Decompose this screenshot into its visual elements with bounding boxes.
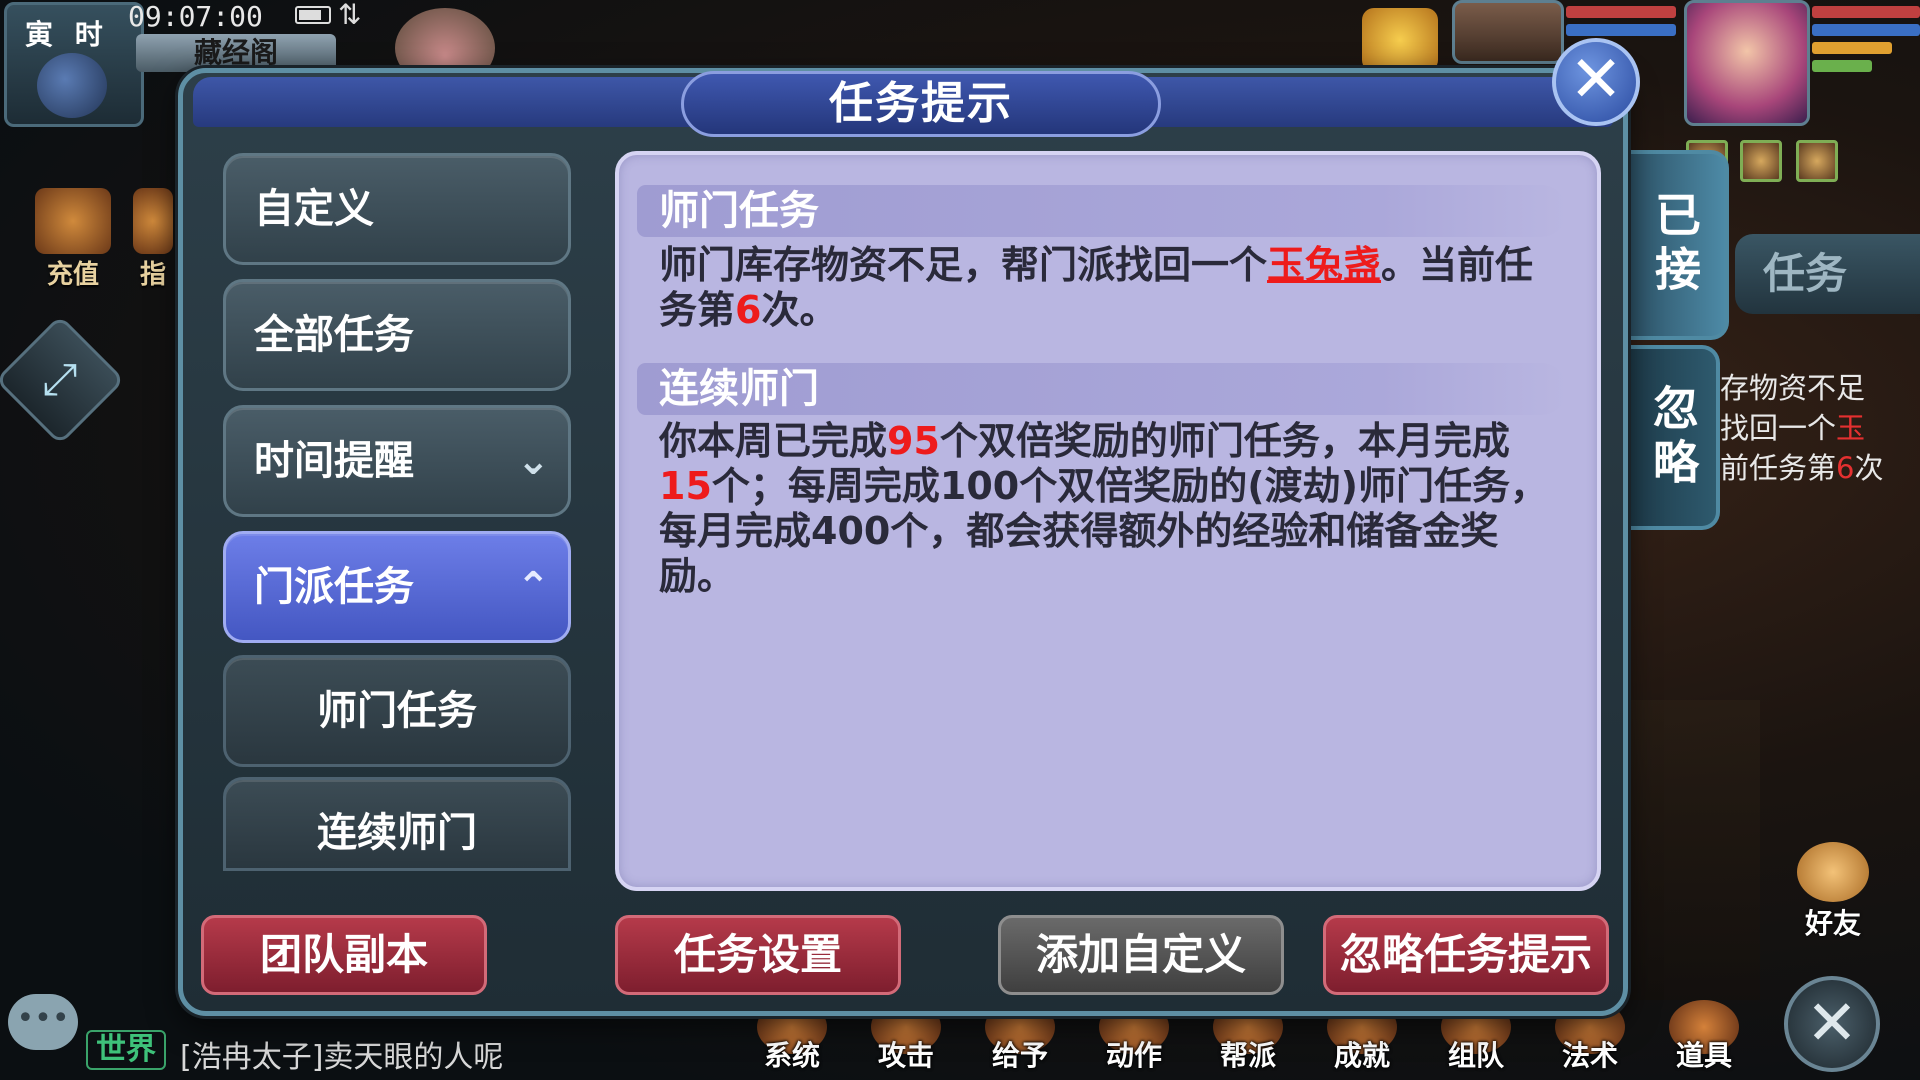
battery-icon [295,6,331,24]
section-title-sect-task: 师门任务 [637,185,1567,237]
friends-label: 好友 [1804,907,1861,940]
recharge-button[interactable]: 充值 [28,188,118,290]
time-badge-label: 寅 时 [25,18,109,51]
menu-all-tasks[interactable]: 全部任务 [223,279,571,391]
add-custom-button[interactable]: 添加自定义 [998,915,1284,995]
tracker-line-2: 找回一个玉 [1720,411,1866,445]
guide-label: 指 [139,260,166,290]
menu-time-reminder-label: 时间提醒 [254,438,414,484]
player-mp-bar [1812,24,1920,36]
location-label: 藏经阁 [136,34,336,72]
scroll-icon [133,188,173,254]
npc-mp-bar [1566,24,1676,36]
player-exp-bar [1812,60,1872,72]
tab-task[interactable]: 任务 [1735,234,1920,314]
menu-faction-tasks-label: 门派任务 [254,564,414,610]
menu-sect-task-label: 师门任务 [317,688,477,734]
pet-portrait-icon[interactable] [1362,8,1438,72]
task-detail-panel: 师门任务 师门库存物资不足，帮门派找回一个玉兔盏。当前任务第6次。 连续师门 你… [615,151,1601,891]
buff-icon-2[interactable] [1740,140,1782,182]
menu-sect-task[interactable]: 师门任务 [223,655,571,767]
tab-accepted[interactable]: 已接 [1625,150,1729,340]
minimap-icon[interactable] [37,53,107,118]
buff-icon-3[interactable] [1796,140,1838,182]
chevron-down-icon: ⌄ [516,438,550,484]
tracker-line-1: 存物资不足 [1720,371,1866,405]
tab-ignored[interactable]: 忽略 [1630,345,1720,530]
task-settings-button[interactable]: 任务设置 [615,915,901,995]
menu-custom[interactable]: 自定义 [223,153,571,265]
guide-button[interactable]: 指 [128,188,178,290]
clock: 09:07:00 [128,0,263,33]
menu-consecutive-sect[interactable]: 连续师门 [223,777,571,871]
player-portrait[interactable] [1684,0,1810,126]
dialog-title: 任务提示 [681,71,1161,137]
menu-all-tasks-label: 全部任务 [254,312,414,358]
menu-faction-tasks[interactable]: 门派任务 ⌃ [223,531,571,643]
close-icon[interactable]: ✕ [1552,38,1640,126]
recharge-label: 充值 [46,260,99,290]
item-link-jade-rabbit-cup[interactable]: 玉兔盏 [1267,243,1381,287]
chat-message[interactable]: [浩冉太子]卖天眼的人呢 [180,1032,503,1076]
task-tracker[interactable]: 存物资不足 找回一个玉 前任务第6次 [1720,368,1920,488]
chat-bubble-icon[interactable]: ••• [8,994,78,1050]
section-body-consecutive: 你本周已完成95个双倍奖励的师门任务，本月完成15个；每周完成100个双倍奖励的… [659,419,1548,598]
tracker-line-3: 前任务第6次 [1720,451,1884,485]
player-anger-bar [1812,42,1892,54]
player-hp-bar [1812,6,1920,18]
menu-custom-label: 自定义 [254,186,374,232]
treasure-chest-icon [35,188,111,254]
team-dungeon-button[interactable]: 团队副本 [201,915,487,995]
network-signal-icon: ⇅ [338,0,362,31]
handshake-icon [1797,842,1869,902]
section-body-sect-task: 师门库存物资不足，帮门派找回一个玉兔盏。当前任务第6次。 [659,243,1534,332]
npc-hp-bar [1566,6,1676,18]
expand-arrows-icon: ⤢ [42,354,78,405]
collapse-menu-button[interactable]: ✕ [1784,976,1880,1072]
chat-channel-badge[interactable]: 世界 [86,1030,166,1070]
task-prompt-dialog: 任务提示 自定义 全部任务 时间提醒 ⌄ 门派任务 ⌃ 师门任务 连续师门 师门… [178,68,1628,1016]
dialog-header: 任务提示 [193,71,1613,137]
menu-items-button[interactable]: 道具 [1647,1000,1761,1080]
section-title-consecutive: 连续师门 [637,363,1567,415]
ignore-task-prompt-button[interactable]: 忽略任务提示 [1323,915,1609,995]
time-badge[interactable]: 寅 时 [4,2,144,127]
menu-time-reminder[interactable]: 时间提醒 ⌄ [223,405,571,517]
menu-consecutive-sect-label: 连续师门 [317,810,477,856]
chevron-up-icon: ⌃ [516,564,550,610]
npc-portrait[interactable] [1452,0,1564,64]
friends-button[interactable]: 好友 [1792,842,1874,940]
